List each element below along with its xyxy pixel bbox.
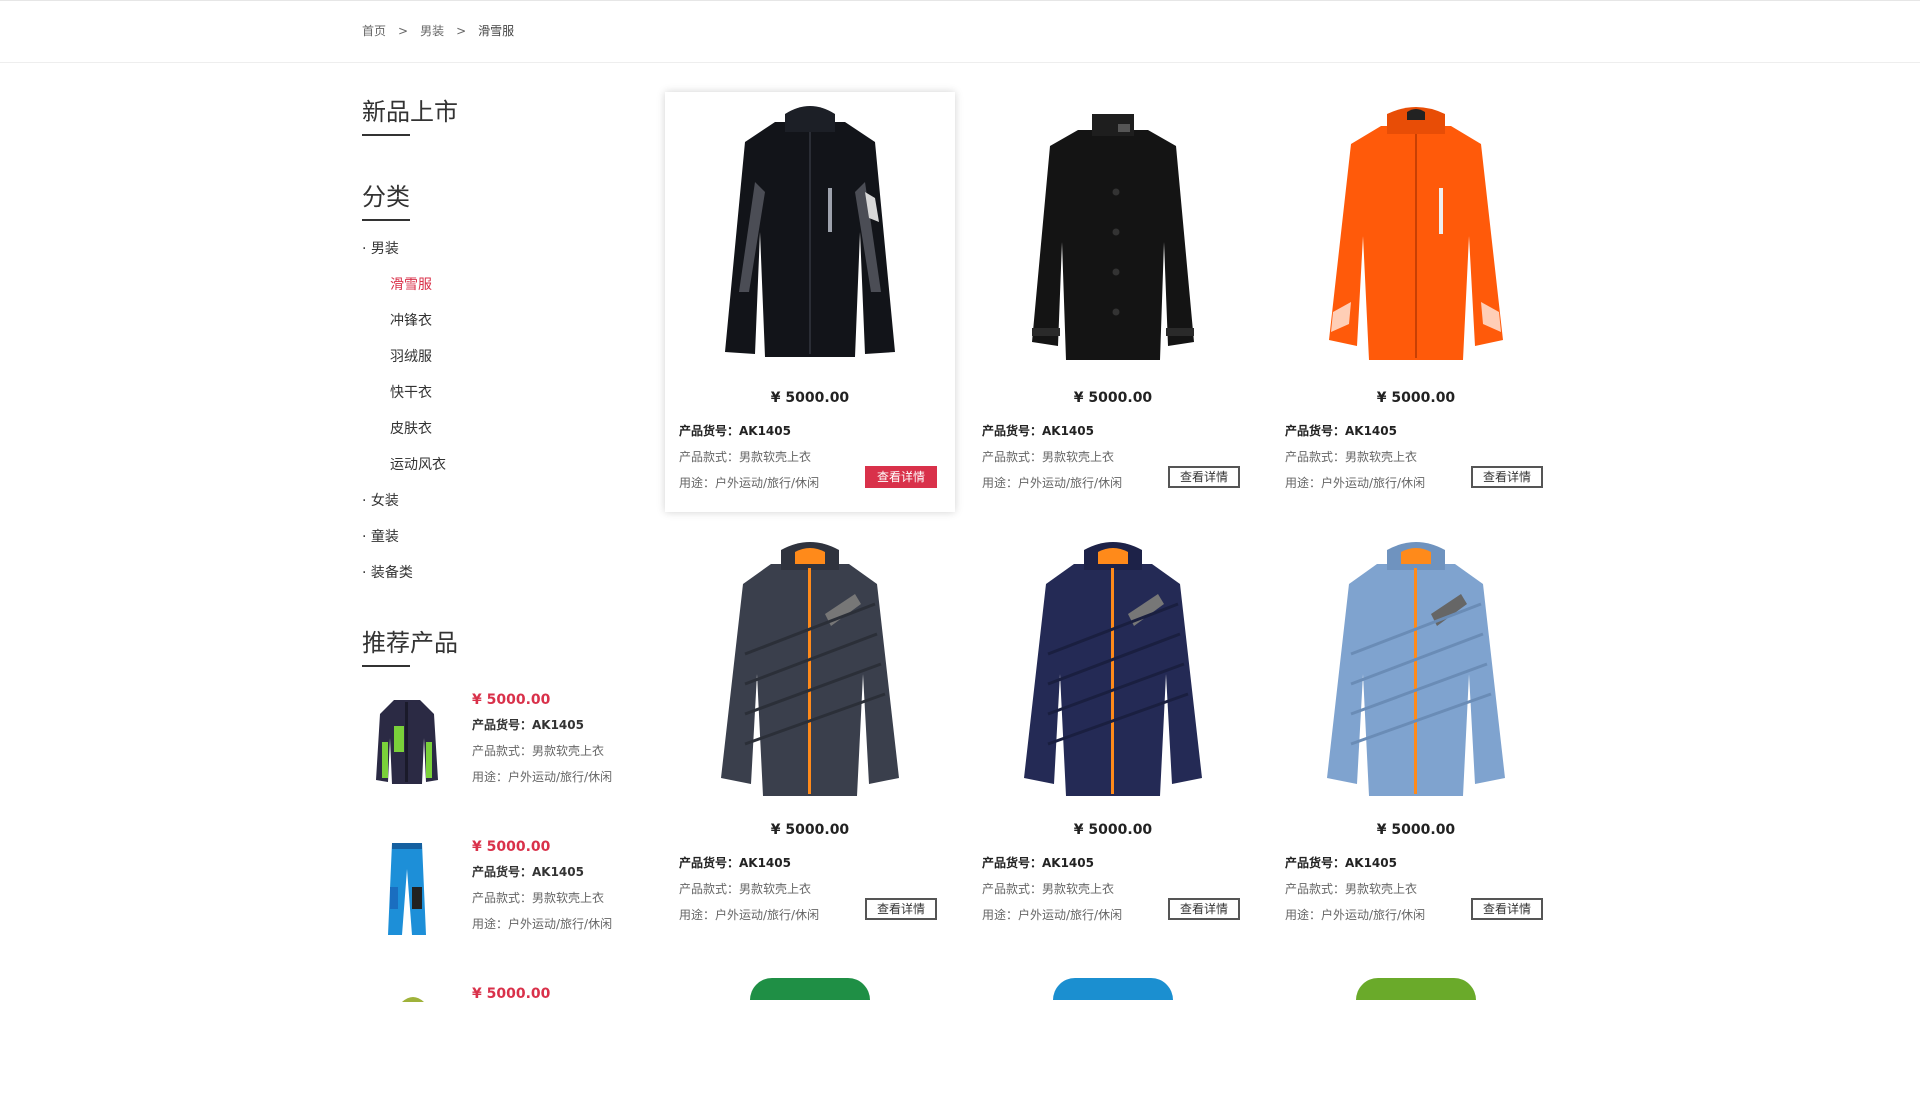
view-details-button[interactable]: 查看详情 <box>1471 466 1543 488</box>
product-image[interactable] <box>705 534 915 804</box>
new-arrivals-label: 新品上市 <box>362 98 458 126</box>
product-card[interactable]: ¥ 5000.00 产品货号：AK1405 产品款式：男款软壳上衣 用途：户外运… <box>968 524 1258 944</box>
product-use: 用途：户外运动/旅行/休闲 <box>679 476 820 490</box>
product-code: 产品货号：AK1405 <box>1285 424 1397 438</box>
new-arrivals-title[interactable]: 新品上市 <box>362 92 458 136</box>
product-card[interactable]: ¥ 5000.00 产品货号：AK1405 产品款式：男款软壳上衣 用途：户外运… <box>1271 92 1561 512</box>
product-style: 产品款式：男款软壳上衣 <box>982 450 1115 464</box>
product-card[interactable]: ¥ 5000.00 产品货号：AK1405 产品款式：男款软壳上衣 用途：户外运… <box>968 92 1258 512</box>
breadcrumb-separator: > <box>398 24 409 38</box>
category-down[interactable]: 羽绒服 <box>390 346 432 366</box>
product-price: ¥ 5000.00 <box>770 822 850 838</box>
category-men[interactable]: · 男装 <box>362 238 399 258</box>
product-use: 用途：户外运动/旅行/休闲 <box>1285 908 1426 922</box>
jacket-thumbnail[interactable] <box>372 692 442 792</box>
recommend-code: 产品货号：AK1405 <box>472 865 584 879</box>
breadcrumb-separator: > <box>456 24 467 38</box>
product-card[interactable]: ¥ 5000.00 产品货号：AK1405 产品款式：男款软壳上衣 用途：户外运… <box>665 92 955 512</box>
category-windbreaker[interactable]: 运动风衣 <box>390 454 446 474</box>
category-storm[interactable]: 冲锋衣 <box>390 310 432 330</box>
product-code: 产品货号：AK1405 <box>679 856 791 870</box>
recommend-code: 产品货号：AK1405 <box>472 718 584 732</box>
product-style: 产品款式：男款软壳上衣 <box>1285 450 1418 464</box>
view-details-button[interactable]: 查看详情 <box>1168 466 1240 488</box>
recommend-item[interactable]: ¥ 5000.00 产品货号：AK1405 产品款式：男款软壳上衣 用途：户外运… <box>362 692 632 812</box>
product-image[interactable] <box>1008 102 1218 372</box>
product-code: 产品货号：AK1405 <box>679 424 791 438</box>
title-underline <box>362 219 410 221</box>
product-code: 产品货号：AK1405 <box>1285 856 1397 870</box>
recommend-style: 产品款式：男款软壳上衣 <box>472 744 605 758</box>
breadcrumb-current: 滑雪服 <box>478 24 515 38</box>
product-price: ¥ 5000.00 <box>1376 822 1456 838</box>
product-code: 产品货号：AK1405 <box>982 424 1094 438</box>
product-style: 产品款式：男款软壳上衣 <box>679 450 812 464</box>
breadcrumb: 首页 > 男装 > 滑雪服 <box>362 22 514 39</box>
recommend-use: 用途：户外运动/旅行/休闲 <box>472 770 613 784</box>
category-women[interactable]: · 女装 <box>362 490 399 510</box>
category-quickdry[interactable]: 快干衣 <box>390 382 432 402</box>
product-use: 用途：户外运动/旅行/休闲 <box>982 908 1123 922</box>
category-kids[interactable]: · 童装 <box>362 526 399 546</box>
product-image-partial[interactable] <box>1053 978 1173 1000</box>
recommend-use: 用途：户外运动/旅行/休闲 <box>472 917 613 931</box>
product-style: 产品款式：男款软壳上衣 <box>679 882 812 896</box>
product-use: 用途：户外运动/旅行/休闲 <box>679 908 820 922</box>
recommend-price: ¥ 5000.00 <box>472 839 551 855</box>
category-title: 分类 <box>362 177 410 221</box>
product-price: ¥ 5000.00 <box>1073 822 1153 838</box>
recommend-title: 推荐产品 <box>362 623 458 667</box>
breadcrumb-bar <box>0 0 1920 63</box>
product-image-partial[interactable] <box>750 978 870 1000</box>
product-code: 产品货号：AK1405 <box>982 856 1094 870</box>
top-divider <box>0 0 1920 1</box>
product-price: ¥ 5000.00 <box>1073 390 1153 406</box>
product-image[interactable] <box>705 102 915 372</box>
product-style: 产品款式：男款软壳上衣 <box>982 882 1115 896</box>
recommend-item[interactable]: ¥ 5000.00 <box>362 986 632 1106</box>
category-label: 分类 <box>362 183 410 211</box>
category-ski[interactable]: 滑雪服 <box>390 274 432 294</box>
product-card[interactable]: ¥ 5000.00 产品货号：AK1405 产品款式：男款软壳上衣 用途：户外运… <box>1271 524 1561 944</box>
product-use: 用途：户外运动/旅行/休闲 <box>982 476 1123 490</box>
product-use: 用途：户外运动/旅行/休闲 <box>1285 476 1426 490</box>
view-details-button[interactable]: 查看详情 <box>865 466 937 488</box>
product-image[interactable] <box>1008 534 1218 804</box>
breadcrumb-home[interactable]: 首页 <box>362 22 386 39</box>
product-image[interactable] <box>1311 102 1521 372</box>
recommend-item[interactable]: ¥ 5000.00 产品货号：AK1405 产品款式：男款软壳上衣 用途：户外运… <box>362 839 632 959</box>
title-underline <box>362 665 410 667</box>
recommend-style: 产品款式：男款软壳上衣 <box>472 891 605 905</box>
breadcrumb-men[interactable]: 男装 <box>420 22 444 39</box>
view-details-button[interactable]: 查看详情 <box>865 898 937 920</box>
product-image[interactable] <box>1311 534 1521 804</box>
product-price: ¥ 5000.00 <box>770 390 850 406</box>
title-underline <box>362 134 410 136</box>
recommend-label: 推荐产品 <box>362 629 458 657</box>
product-style: 产品款式：男款软壳上衣 <box>1285 882 1418 896</box>
view-details-button[interactable]: 查看详情 <box>1168 898 1240 920</box>
recommend-price: ¥ 5000.00 <box>472 692 551 708</box>
category-skin[interactable]: 皮肤衣 <box>390 418 432 438</box>
item-thumbnail <box>402 997 424 1002</box>
product-image-partial[interactable] <box>1356 978 1476 1000</box>
product-card[interactable]: ¥ 5000.00 产品货号：AK1405 产品款式：男款软壳上衣 用途：户外运… <box>665 524 955 944</box>
product-price: ¥ 5000.00 <box>1376 390 1456 406</box>
category-gear[interactable]: · 装备类 <box>362 562 413 582</box>
view-details-button[interactable]: 查看详情 <box>1471 898 1543 920</box>
pants-thumbnail[interactable] <box>372 839 442 939</box>
